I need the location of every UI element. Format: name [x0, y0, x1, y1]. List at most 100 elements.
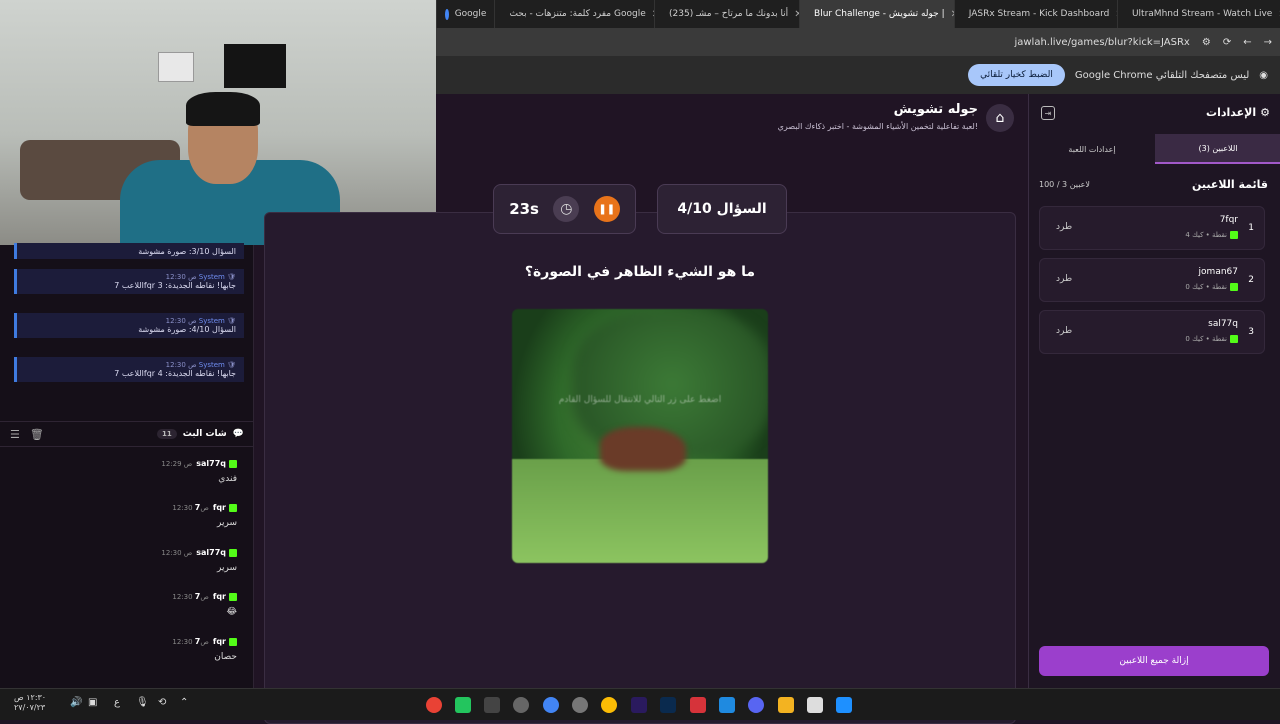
- sync-icon[interactable]: ⟲: [158, 697, 166, 708]
- google-icon: [445, 8, 449, 20]
- address-bar: jawlah.live/games/blur?kick=JASRx ⚙ ⟳ ← …: [436, 28, 1280, 56]
- taskbar: ١٢:٣٠ ص ٢٧/٠٧/٢٣ 🔊 ▣ ع 🎙 ⟲ ⌃: [0, 688, 1280, 720]
- chat-title: شات البث: [182, 429, 227, 439]
- reload-icon[interactable]: ⟳: [1223, 37, 1231, 48]
- app-icon[interactable]: [455, 697, 471, 713]
- obs-icon[interactable]: [513, 697, 529, 713]
- filter-icon[interactable]: ☰: [10, 428, 20, 441]
- kick-icon: [229, 592, 237, 601]
- player-row: 2 joman67 0 نقطة • كيك طرد: [1039, 258, 1265, 302]
- app-icon[interactable]: [719, 697, 735, 713]
- question-counter: السؤال 4/10: [657, 184, 787, 234]
- clock[interactable]: ١٢:٣٠ ص ٢٧/٠٧/٢٣: [14, 693, 46, 713]
- tune-icon[interactable]: ⚙: [1202, 37, 1211, 48]
- tray-chevron-icon[interactable]: ⌃: [180, 697, 188, 708]
- browser-tab-active[interactable]: Blur Challenge - جوله تشويش |✕: [799, 0, 954, 28]
- kick-icon: [229, 637, 237, 646]
- browser-tab-bar: UltraMhnd Stream - Watch Live✕ JASRx Str…: [436, 0, 1280, 28]
- browser-tab[interactable]: Google: [436, 0, 494, 28]
- kick-player-button[interactable]: طرد: [1056, 274, 1072, 284]
- timer-box: 23s ◷ ❚❚: [493, 184, 636, 234]
- volume-icon[interactable]: 🔊: [70, 697, 82, 708]
- image-hint-text: اضغط على زر التالي للانتقال للسؤال القاد…: [558, 395, 722, 405]
- mic-icon[interactable]: 🎙: [136, 697, 149, 708]
- settings-tabs: إعدادات اللعبة اللاعبين (3): [1029, 134, 1280, 164]
- players-count: 100 / 3 لاعبين: [1039, 180, 1090, 189]
- blurred-image: اضغط على زر التالي للانتقال للسؤال القاد…: [512, 309, 768, 563]
- player-row: 1 7fqr 4 نقطة • كيك طرد: [1039, 206, 1265, 250]
- collapse-panel-icon[interactable]: ⇥: [1041, 106, 1055, 120]
- chat-header: ☰ 🗑 11 شات البث 💬: [0, 421, 254, 447]
- trash-icon[interactable]: 🗑: [30, 428, 44, 441]
- kick-icon: [1230, 231, 1238, 239]
- game-header: جوله تشويش لعبة تفاعلية لتخمين الأشياء ا…: [778, 102, 978, 131]
- back-icon[interactable]: ←: [1243, 37, 1251, 48]
- url-text[interactable]: jawlah.live/games/blur?kick=JASRx: [1014, 37, 1189, 48]
- windows-start-icon[interactable]: [836, 697, 852, 713]
- image-grass: [512, 459, 768, 563]
- kick-icon: [1230, 283, 1238, 291]
- players-list-title: قائمة اللاعبين: [1192, 178, 1268, 191]
- question-text: ما هو الشيء الظاهر في الصورة؟: [524, 264, 756, 280]
- chat-message: 12:29 ص sal77q فندي: [161, 459, 237, 484]
- terminal-icon[interactable]: [484, 697, 500, 713]
- kick-player-button[interactable]: طرد: [1056, 326, 1072, 336]
- chat-message: 12:30 ص7fqr سرير: [172, 503, 237, 528]
- shield-icon: 🛡: [227, 317, 236, 325]
- settings-title: الإعدادات: [1206, 106, 1257, 119]
- chrome-icon[interactable]: [543, 697, 559, 713]
- browser-tab[interactable]: (235) أنا بدونك ما مرتاح – مشـ✕: [654, 0, 799, 28]
- browser-tab[interactable]: JASRx Stream - Kick Dashboard✕: [953, 0, 1117, 28]
- player-row: 3 sal77q 0 نقطة • كيك طرد: [1039, 310, 1265, 354]
- browser-tab[interactable]: UltraMhnd Stream - Watch Live✕: [1116, 0, 1280, 28]
- kick-icon: [229, 548, 237, 557]
- webcam-tv: [224, 44, 286, 88]
- forward-icon[interactable]: →: [1264, 37, 1272, 48]
- browser-tab[interactable]: مفرد كلمة: متنزهات - بحث Google✕: [494, 0, 654, 28]
- system-message: 12:30 ص System 🛡 اللاعب 7fqr جابها! نقاط…: [14, 269, 244, 294]
- tab-game-settings[interactable]: إعدادات اللعبة: [1029, 134, 1155, 164]
- default-browser-infobar: الضبط كخيار تلقائي Google Chrome ليس متص…: [436, 56, 1280, 94]
- gear-icon: ⚙: [1260, 106, 1270, 119]
- kick-icon: [229, 459, 237, 468]
- chrome-icon[interactable]: [426, 697, 442, 713]
- language-indicator[interactable]: ع: [114, 697, 120, 708]
- game-subtitle: لعبة تفاعلية لتخمين الأشياء المشوشة - اخ…: [777, 122, 978, 131]
- clock-icon: ◷: [553, 196, 580, 222]
- chat-count-badge: 11: [156, 429, 177, 439]
- chat-panel: السؤال 3/10: صورة مشوشة 12:30 ص System 🛡…: [0, 243, 254, 688]
- system-message: السؤال 3/10: صورة مشوشة: [14, 243, 244, 259]
- pause-button[interactable]: ❚❚: [593, 196, 620, 222]
- system-message: 12:30 ص System 🛡 اللاعب 7fqr جابها! نقاط…: [14, 357, 244, 382]
- chat-bubble-icon: 💬: [232, 429, 244, 439]
- settings-icon[interactable]: [572, 697, 588, 713]
- store-icon[interactable]: [807, 697, 823, 713]
- folder-icon[interactable]: [778, 697, 794, 713]
- webcam-person-headset: [186, 92, 260, 126]
- image-horse: [600, 427, 686, 471]
- chrome-icon[interactable]: [601, 697, 617, 713]
- network-icon[interactable]: ▣: [88, 697, 97, 708]
- infobar-text: Google Chrome ليس متصفحك التلقائي: [1074, 69, 1250, 81]
- webcam-ac-unit: [158, 52, 194, 82]
- chrome-icon: ◉: [1259, 69, 1268, 81]
- chat-message: 12:30 ص7fqr حصان: [172, 637, 237, 662]
- app-icon[interactable]: [690, 697, 706, 713]
- shield-icon: 🛡: [227, 273, 236, 281]
- chat-message: 12:30 ص sal77q سرير: [161, 548, 237, 573]
- home-icon[interactable]: ⌂: [986, 104, 1014, 132]
- kick-icon: [229, 503, 237, 512]
- timer-text: 23s: [509, 200, 539, 218]
- system-message: 12:30 ص System 🛡 السؤال 4/10: صورة مشوشة: [14, 313, 244, 338]
- remove-all-players-button[interactable]: إزالة جميع اللاعبين: [1039, 646, 1269, 676]
- chat-message: 12:30 ص7fqr 😂: [172, 592, 237, 617]
- set-default-button[interactable]: الضبط كخيار تلقائي: [968, 64, 1065, 86]
- tab-players[interactable]: اللاعبين (3): [1155, 134, 1280, 164]
- premiere-icon[interactable]: [631, 697, 647, 713]
- shield-icon: 🛡: [227, 361, 236, 369]
- kick-player-button[interactable]: طرد: [1056, 222, 1072, 232]
- game-title: جوله تشويش: [893, 102, 978, 117]
- discord-icon[interactable]: [748, 697, 764, 713]
- settings-panel: الإعدادات ⚙ ⇥ إعدادات اللعبة اللاعبين (3…: [1028, 94, 1280, 688]
- photoshop-icon[interactable]: [660, 697, 676, 713]
